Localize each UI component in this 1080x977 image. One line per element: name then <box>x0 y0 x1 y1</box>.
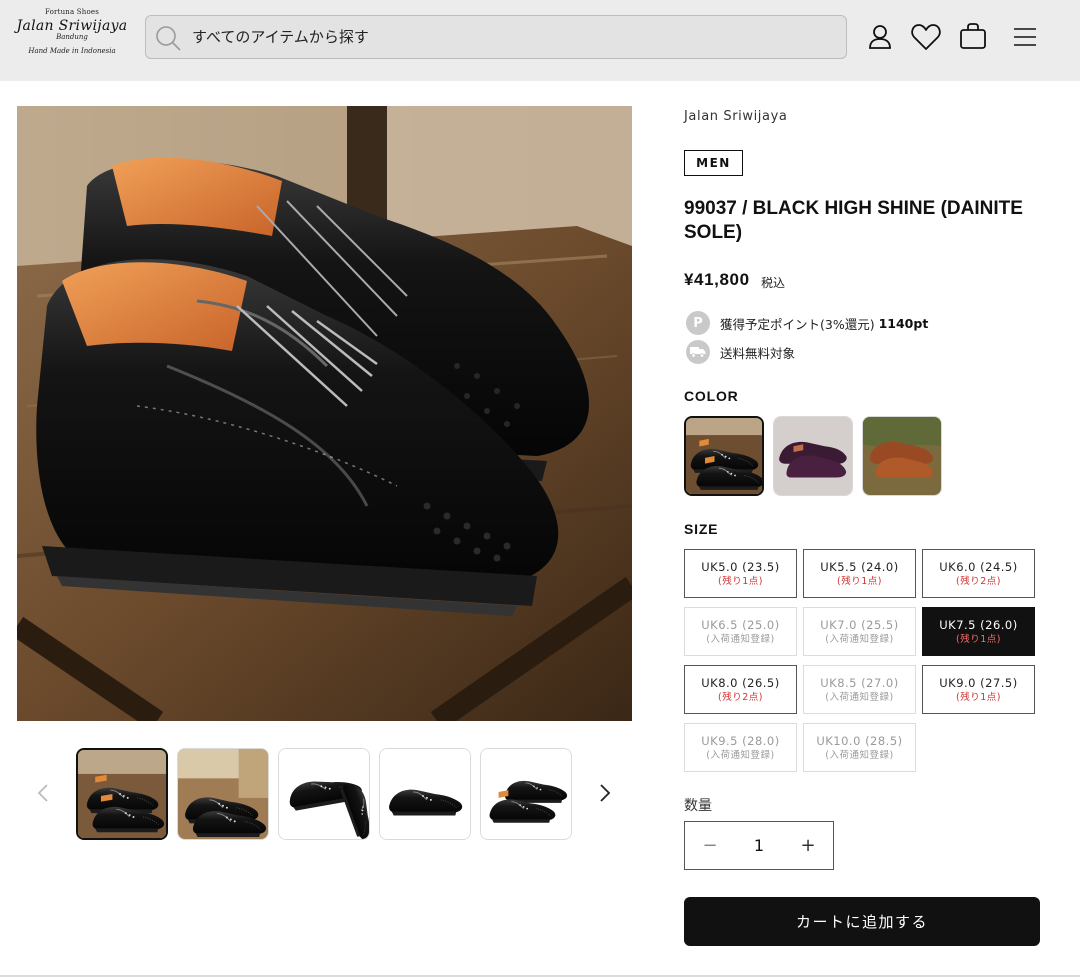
size-option-stock: (残り1点) <box>718 575 763 587</box>
size-option-main: UK7.0 (25.5) <box>820 617 899 632</box>
size-option-main: UK9.0 (27.5) <box>939 675 1018 690</box>
size-option-stock: (残り2点) <box>718 691 763 703</box>
size-option-uk10-0[interactable]: UK10.0 (28.5) (入荷通知登録) <box>803 723 916 772</box>
size-option-main: UK6.0 (24.5) <box>939 559 1018 574</box>
logo-city: Bandung <box>56 33 88 41</box>
points-icon: P <box>686 311 710 335</box>
logo-handmade: Hand Made in Indonesia <box>28 47 116 55</box>
quantity-increase-button[interactable]: + <box>783 822 833 869</box>
thumbnail-5[interactable] <box>480 748 572 840</box>
chevron-left-icon[interactable] <box>32 781 56 805</box>
thumbnail-3[interactable] <box>278 748 370 840</box>
heart-icon[interactable] <box>909 20 943 54</box>
size-option-uk6-0[interactable]: UK6.0 (24.5) (残り2点) <box>922 549 1035 598</box>
logo-tagline: Fortuna Shoes <box>44 8 100 16</box>
size-option-main: UK5.0 (23.5) <box>701 559 780 574</box>
size-option-restock: (入荷通知登録) <box>825 691 894 703</box>
size-option-stock: (残り1点) <box>837 575 882 587</box>
swatch-image <box>686 418 762 494</box>
thumbnail-4[interactable] <box>379 748 471 840</box>
product-title: 99037 / BLACK HIGH SHINE (DAINITE SOLE) <box>684 198 1023 243</box>
chevron-right-icon[interactable] <box>592 781 616 805</box>
color-swatch-burgundy[interactable] <box>773 416 853 496</box>
brand-logo[interactable]: Fortuna Shoes Jalan Sriwijaya Bandung Ha… <box>14 8 130 68</box>
size-label: SIZE <box>684 521 719 537</box>
quantity-stepper: − + <box>684 821 834 870</box>
truck-icon <box>686 340 710 364</box>
quantity-input[interactable] <box>735 822 783 869</box>
thumbnail-image <box>78 750 166 838</box>
swatch-image <box>774 417 852 495</box>
quantity-label: 数量 <box>684 798 712 814</box>
color-swatch-brown[interactable] <box>862 416 942 496</box>
size-option-main: UK6.5 (25.0) <box>701 617 780 632</box>
bag-icon[interactable] <box>956 20 990 54</box>
shipping-text: 送料無料対象 <box>720 345 796 361</box>
size-option-uk8-5[interactable]: UK8.5 (27.0) (入荷通知登録) <box>803 665 916 714</box>
size-option-main: UK9.5 (28.0) <box>701 733 780 748</box>
size-option-restock: (入荷通知登録) <box>706 749 775 761</box>
size-option-uk6-5[interactable]: UK6.5 (25.0) (入荷通知登録) <box>684 607 797 656</box>
size-option-restock: (入荷通知登録) <box>706 633 775 645</box>
thumbnail-image <box>481 749 571 839</box>
add-to-cart-button[interactable]: カートに追加する <box>684 897 1040 946</box>
size-option-stock: (残り1点) <box>956 633 1001 645</box>
size-option-stock: (残り2点) <box>956 575 1001 587</box>
product-main-image[interactable] <box>17 106 632 721</box>
size-option-uk7-5[interactable]: UK7.5 (26.0) (残り1点) <box>922 607 1035 656</box>
size-option-uk5-0[interactable]: UK5.0 (23.5) (残り1点) <box>684 549 797 598</box>
swatch-image <box>863 417 941 495</box>
size-option-stock: (残り1点) <box>956 691 1001 703</box>
size-option-main: UK7.5 (26.0) <box>939 617 1018 632</box>
shipping-info: 送料無料対象 <box>686 340 795 364</box>
points-text: 獲得予定ポイント(3%還元) <box>720 316 875 332</box>
size-option-uk9-0[interactable]: UK9.0 (27.5) (残り1点) <box>922 665 1035 714</box>
product-photo <box>17 106 632 721</box>
search-bar <box>145 15 847 59</box>
size-option-uk7-0[interactable]: UK7.0 (25.5) (入荷通知登録) <box>803 607 916 656</box>
quantity-decrease-button[interactable]: − <box>685 822 735 869</box>
thumbnail-2[interactable] <box>177 748 269 840</box>
thumbnail-image <box>279 749 369 839</box>
color-label: COLOR <box>684 388 739 404</box>
product-brand[interactable]: Jalan Sriwijaya <box>684 109 787 124</box>
color-swatch-black[interactable] <box>684 416 764 496</box>
thumbnail-image <box>178 749 268 839</box>
size-option-uk5-5[interactable]: UK5.5 (24.0) (残り1点) <box>803 549 916 598</box>
account-icon[interactable] <box>863 20 897 54</box>
size-option-main: UK5.5 (24.0) <box>820 559 899 574</box>
size-option-uk8-0[interactable]: UK8.0 (26.5) (残り2点) <box>684 665 797 714</box>
size-option-uk9-5[interactable]: UK9.5 (28.0) (入荷通知登録) <box>684 723 797 772</box>
size-option-main: UK10.0 (28.5) <box>816 733 903 748</box>
product-price: ¥41,800 <box>684 270 750 289</box>
size-option-restock: (入荷通知登録) <box>825 633 894 645</box>
tax-label: 税込 <box>761 276 786 290</box>
category-badge: MEN <box>684 150 743 176</box>
logo-wordmark: Jalan Sriwijaya <box>16 18 128 34</box>
points-info: P 獲得予定ポイント(3%還元) 1140pt <box>686 311 928 335</box>
search-input[interactable] <box>192 16 832 58</box>
size-option-main: UK8.0 (26.5) <box>701 675 780 690</box>
thumbnail-image <box>380 749 470 839</box>
site-header: Fortuna Shoes Jalan Sriwijaya Bandung Ha… <box>0 0 1080 81</box>
thumbnail-1[interactable] <box>76 748 168 840</box>
size-option-restock: (入荷通知登録) <box>825 749 894 761</box>
points-value: 1140pt <box>878 315 929 331</box>
menu-icon[interactable] <box>1008 20 1042 54</box>
size-option-main: UK8.5 (27.0) <box>820 675 899 690</box>
search-icon[interactable] <box>154 24 182 52</box>
